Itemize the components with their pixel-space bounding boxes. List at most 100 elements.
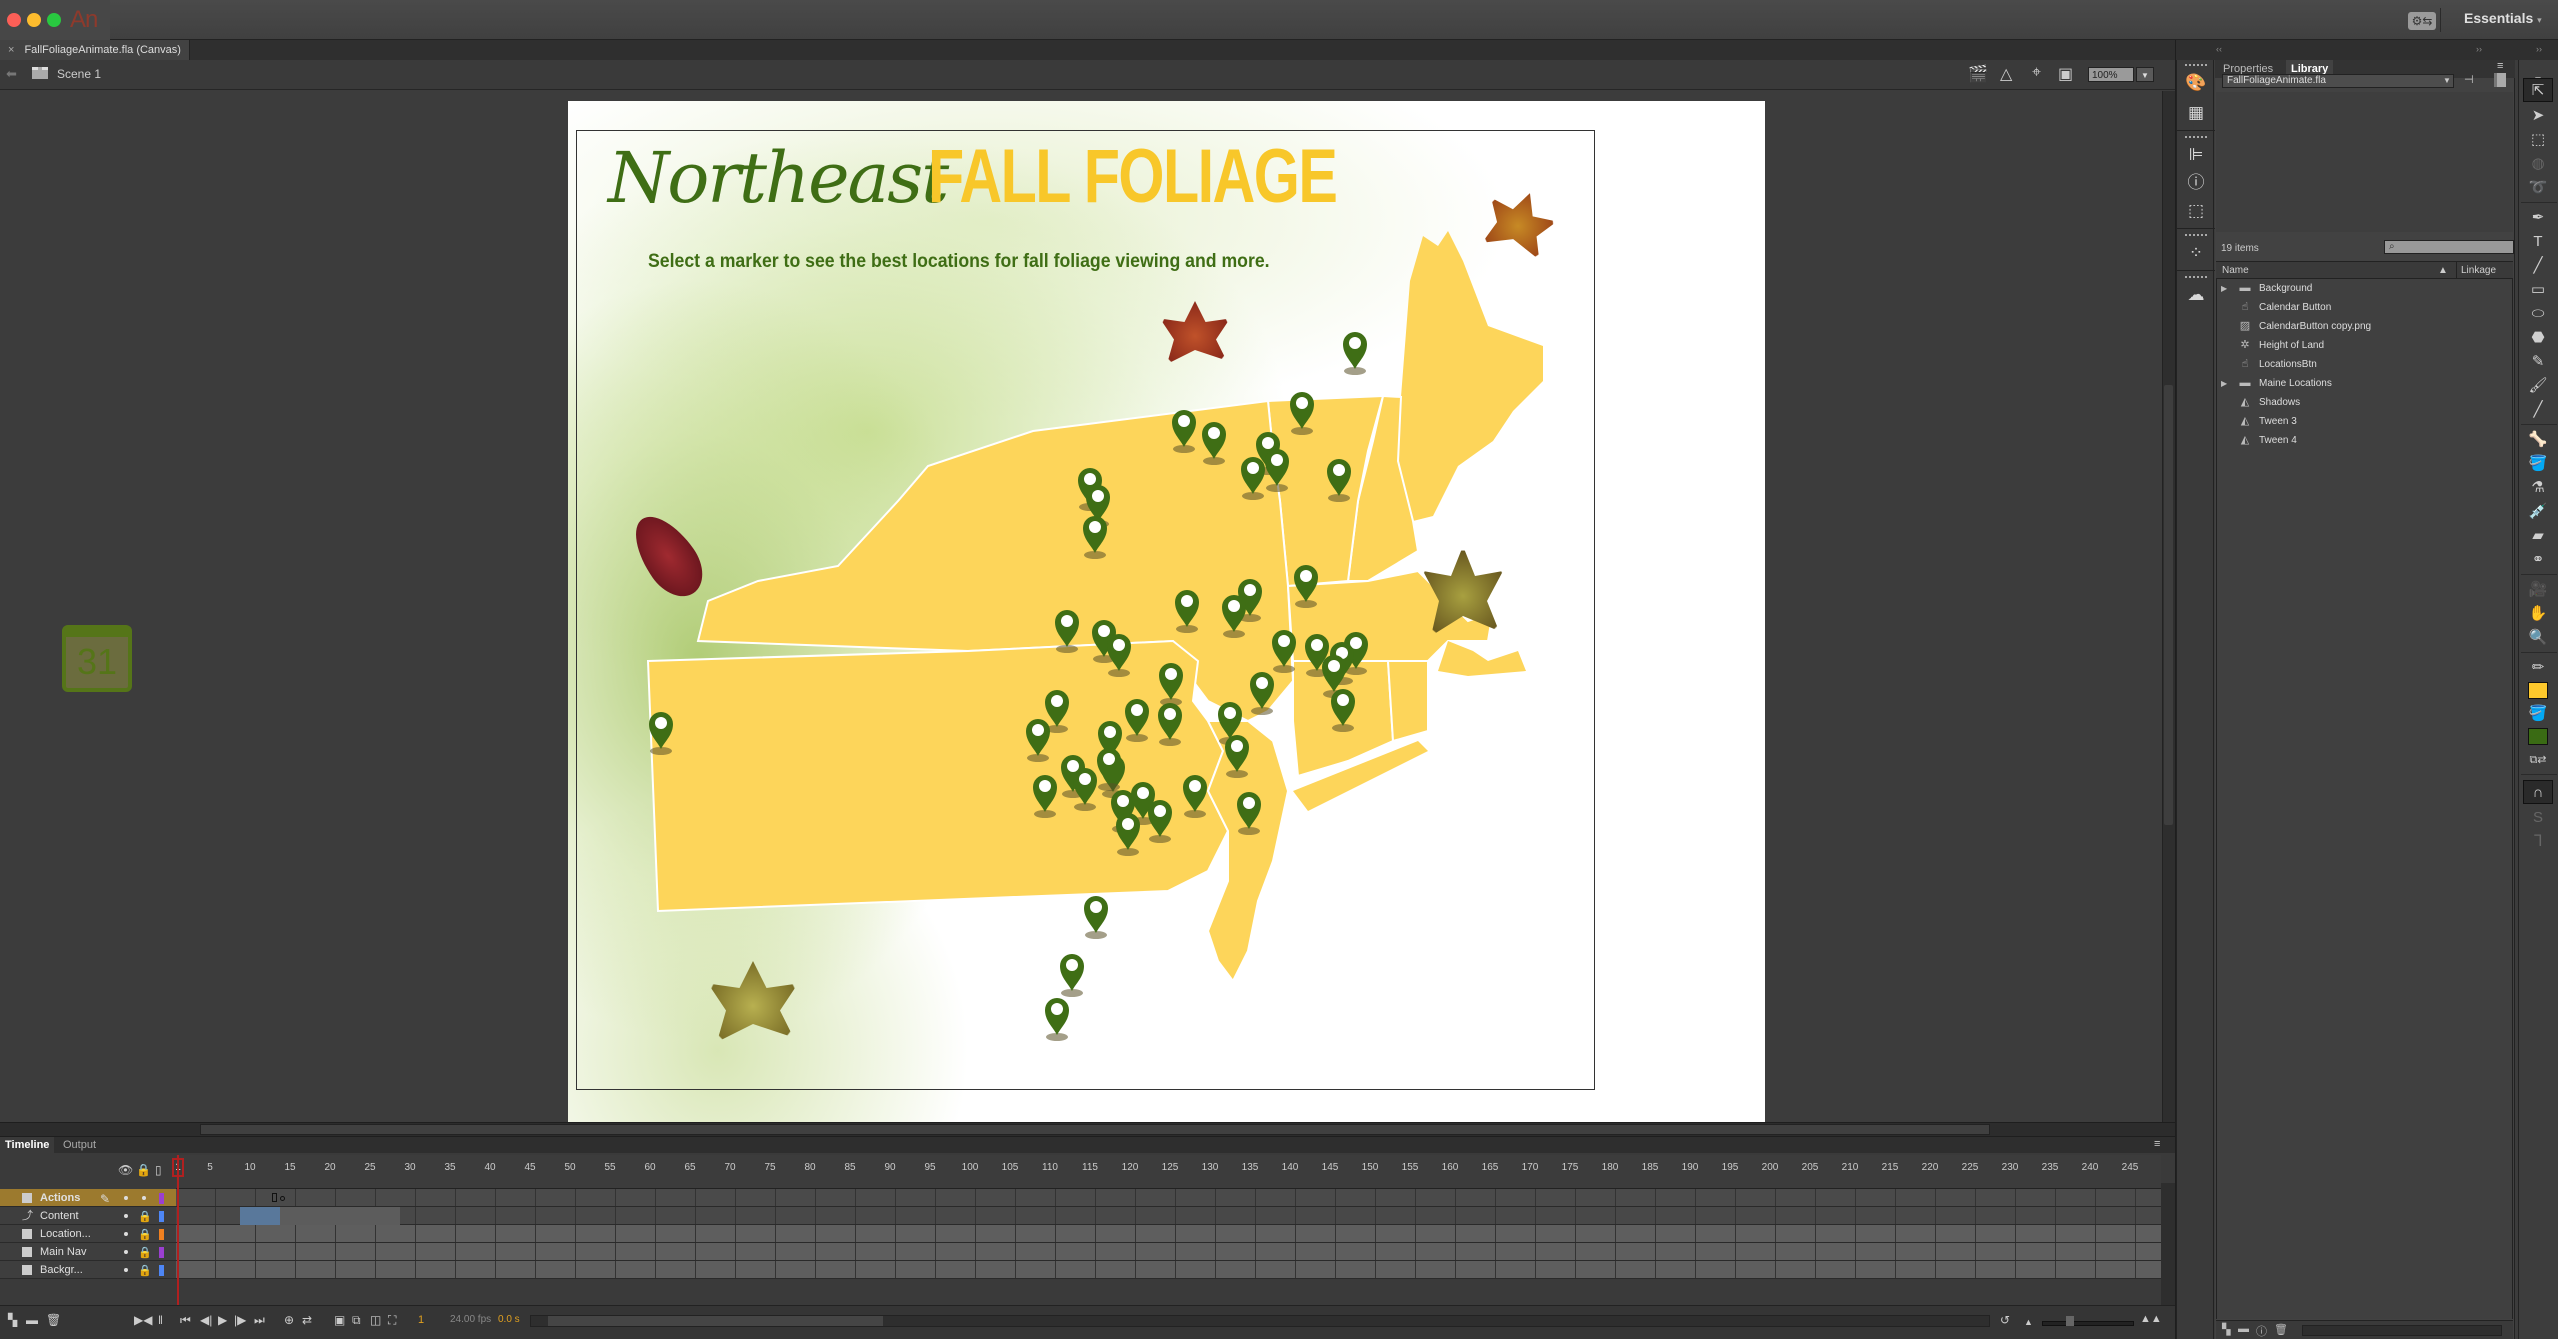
visibility-dot[interactable] bbox=[124, 1268, 128, 1272]
layer-background[interactable]: Backgr... 🔒 bbox=[0, 1261, 176, 1279]
layer-color-swatch[interactable] bbox=[159, 1211, 164, 1222]
chevron-down-icon[interactable]: ▼ bbox=[2440, 74, 2454, 88]
current-frame[interactable]: 1 bbox=[418, 1314, 424, 1326]
layer-color-swatch[interactable] bbox=[159, 1247, 164, 1258]
new-folder-icon[interactable]: ▬ bbox=[2238, 1323, 2249, 1335]
scene-label[interactable]: Scene 1 bbox=[57, 67, 101, 81]
layer-main-nav[interactable]: Main Nav 🔒 bbox=[0, 1243, 176, 1261]
text-tool-icon[interactable]: T bbox=[2523, 230, 2553, 254]
document-tab[interactable]: × FallFoliageAnimate.fla (Canvas) bbox=[0, 40, 190, 60]
outline-all-layers-icon[interactable]: ▯ bbox=[155, 1163, 162, 1177]
layer-color-swatch[interactable] bbox=[159, 1265, 164, 1276]
align-icon[interactable]: ⊫ bbox=[2185, 144, 2207, 166]
layer-depth-icon[interactable]: ‖ bbox=[158, 1313, 163, 1327]
library-item[interactable]: ▶ ▬ Background bbox=[2217, 279, 2514, 298]
expand-triangle-icon[interactable]: ▶ bbox=[2221, 374, 2227, 393]
swatches-grid-icon[interactable]: ▦ bbox=[2185, 102, 2207, 124]
straighten-icon[interactable]: ᒣ bbox=[2523, 830, 2553, 854]
lock-all-layers-icon[interactable]: 🔒 bbox=[136, 1163, 151, 1177]
playhead[interactable] bbox=[177, 1155, 179, 1305]
rectangle-tool-icon[interactable]: ▭ bbox=[2523, 278, 2553, 302]
color-palette-icon[interactable]: 🎨 bbox=[2185, 72, 2207, 94]
library-item[interactable]: ✲ Height of Land bbox=[2217, 336, 2514, 355]
loop-icon[interactable]: ⇄ bbox=[302, 1313, 312, 1327]
zoom-dropdown-icon[interactable]: ▼ bbox=[2136, 67, 2154, 82]
visibility-dot[interactable] bbox=[124, 1196, 128, 1200]
reset-timeline-scale-icon[interactable]: ↺ bbox=[2000, 1313, 2010, 1327]
layer-color-swatch[interactable] bbox=[159, 1193, 164, 1204]
frame-rate[interactable]: 24.00 fps bbox=[450, 1314, 491, 1325]
visibility-dot[interactable] bbox=[124, 1250, 128, 1254]
new-library-panel-icon[interactable] bbox=[2494, 73, 2506, 87]
panel-menu-icon[interactable]: ≡ bbox=[2497, 60, 2503, 72]
grip-handle[interactable] bbox=[2185, 234, 2207, 238]
timeline-zoom-slider-thumb[interactable] bbox=[2066, 1316, 2074, 1326]
keyframe[interactable] bbox=[280, 1196, 285, 1201]
timeline-zoom-slider[interactable] bbox=[2042, 1321, 2134, 1326]
layer-locations[interactable]: Location... 🔒 bbox=[0, 1225, 176, 1243]
back-arrow-icon[interactable]: ⬅ bbox=[6, 66, 17, 82]
swap-colors-icon[interactable]: ⧉⇄ bbox=[2523, 748, 2553, 772]
timeline-horizontal-scroll-thumb[interactable] bbox=[548, 1316, 883, 1326]
frames-actions[interactable] bbox=[176, 1189, 2161, 1207]
layer-actions[interactable]: Actions ✎ bbox=[0, 1189, 176, 1207]
library-document-select[interactable]: FallFoliageAnimate.fla bbox=[2222, 74, 2454, 88]
expand-triangle-icon[interactable]: ▶ bbox=[2221, 279, 2227, 298]
frames-content[interactable] bbox=[176, 1207, 2161, 1225]
camera-icon[interactable]: ▶◀ bbox=[134, 1313, 152, 1327]
bone-tool-icon[interactable]: 🦴 bbox=[2523, 428, 2553, 452]
canvas-horizontal-scroll-thumb[interactable] bbox=[200, 1124, 1990, 1135]
step-back-icon[interactable]: ◀| bbox=[200, 1313, 212, 1327]
lock-icon[interactable]: 🔒 bbox=[138, 1244, 152, 1262]
library-item[interactable]: ◭ Shadows bbox=[2217, 393, 2514, 412]
properties-icon[interactable]: ⓘ bbox=[2256, 1323, 2267, 1339]
timeline-vertical-scrollbar[interactable] bbox=[2161, 1183, 2175, 1308]
line-tool-icon[interactable]: ╱ bbox=[2523, 254, 2553, 278]
show-all-layers-eye-icon[interactable]: 👁 bbox=[118, 1163, 133, 1177]
calendar-button-symbol[interactable]: 31 bbox=[62, 625, 132, 692]
new-symbol-icon[interactable]: ▚ bbox=[2222, 1323, 2230, 1336]
grip-handle[interactable] bbox=[2185, 64, 2207, 68]
library-search-input[interactable]: ⌕ bbox=[2384, 240, 2514, 254]
stroke-color-swatch[interactable] bbox=[2528, 682, 2548, 699]
modify-onion-markers-icon[interactable]: ⛶ bbox=[388, 1313, 396, 1328]
pen-tool-icon[interactable]: ✒ bbox=[2523, 206, 2553, 230]
visibility-dot[interactable] bbox=[124, 1232, 128, 1236]
3d-rotation-tool-icon[interactable]: ◍ bbox=[2523, 152, 2553, 176]
visibility-dot[interactable] bbox=[124, 1214, 128, 1218]
selected-frame-span[interactable] bbox=[240, 1207, 280, 1225]
step-forward-icon[interactable]: |▶ bbox=[234, 1313, 246, 1327]
width-tool-icon[interactable]: ⚭ bbox=[2523, 548, 2553, 572]
creative-cloud-libraries-icon[interactable]: ☁ bbox=[2185, 284, 2207, 306]
maximize-window-button[interactable] bbox=[47, 13, 61, 27]
eyedropper-tool-icon[interactable]: 💉 bbox=[2523, 500, 2553, 524]
smooth-icon[interactable]: S bbox=[2523, 806, 2553, 830]
delete-icon[interactable]: 🗑 bbox=[2274, 1323, 2288, 1336]
motion-presets-icon[interactable]: ⁘ bbox=[2185, 242, 2207, 264]
zoom-level-input[interactable]: 100% bbox=[2088, 67, 2134, 82]
new-folder-icon[interactable]: ▬ bbox=[26, 1313, 38, 1327]
onion-skin-outlines-icon[interactable]: ⧉ bbox=[352, 1313, 361, 1328]
library-horizontal-scrollbar[interactable] bbox=[2302, 1325, 2502, 1336]
library-item[interactable]: ◭ Tween 4 bbox=[2217, 431, 2514, 450]
lock-icon[interactable]: 🔒 bbox=[138, 1226, 152, 1244]
eraser-tool-icon[interactable]: ▰ bbox=[2523, 524, 2553, 548]
layer-color-swatch[interactable] bbox=[159, 1229, 164, 1240]
close-tab-icon[interactable]: × bbox=[8, 44, 14, 56]
expand-tools-icon[interactable]: ›› bbox=[2536, 44, 2542, 54]
fill-color-swatch[interactable] bbox=[2528, 728, 2548, 745]
library-item[interactable]: ▨ CalendarButton copy.png bbox=[2217, 317, 2514, 336]
polystar-tool-icon[interactable]: ⬣ bbox=[2523, 326, 2553, 350]
layer-content[interactable]: ⤴ Content 🔒 bbox=[0, 1207, 176, 1225]
brush-tool-icon[interactable]: ╱ bbox=[2523, 398, 2553, 422]
column-name[interactable]: Name bbox=[2222, 262, 2249, 279]
grip-handle[interactable] bbox=[2185, 136, 2207, 140]
play-icon[interactable]: ▶ bbox=[218, 1313, 227, 1327]
center-frame-icon[interactable]: ⊕ bbox=[284, 1313, 294, 1327]
canvas-vertical-scroll-thumb[interactable] bbox=[2164, 385, 2173, 825]
edit-multiple-frames-icon[interactable]: ◫ bbox=[370, 1313, 381, 1327]
subselection-tool-icon[interactable]: ➤ bbox=[2523, 104, 2553, 128]
frames-locations[interactable] bbox=[176, 1225, 2161, 1243]
snap-to-objects-icon[interactable]: ∩ bbox=[2523, 780, 2553, 804]
lock-dot[interactable] bbox=[142, 1196, 146, 1200]
